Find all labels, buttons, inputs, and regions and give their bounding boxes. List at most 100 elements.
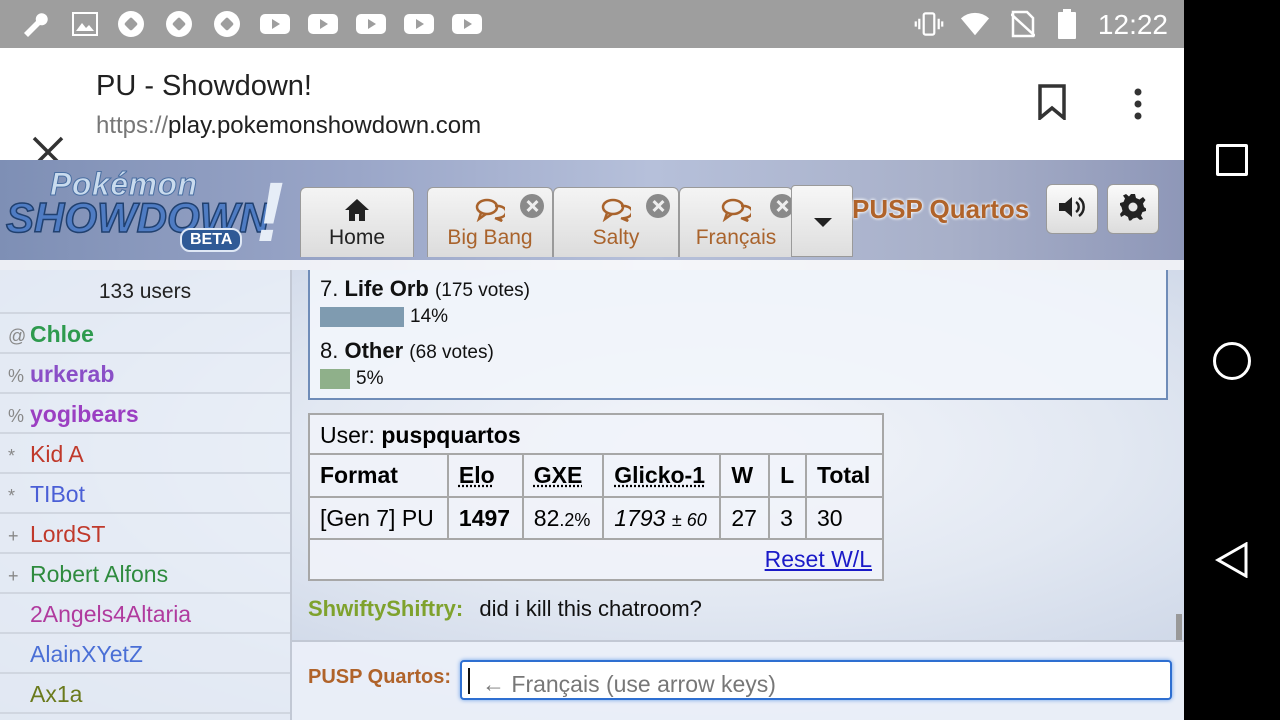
battery-icon	[1052, 9, 1082, 39]
column-header: Total	[804, 455, 882, 498]
wifi-icon	[960, 10, 990, 38]
stats-user-label: User:	[320, 422, 375, 448]
sound-button[interactable]	[1046, 184, 1098, 234]
user-list-item[interactable]: + LordST	[0, 514, 290, 554]
user-name: Ax1a	[30, 681, 83, 707]
bookmark-icon[interactable]	[1036, 84, 1068, 125]
user-list-item[interactable]: 2Angels4Altaria	[0, 594, 290, 634]
glicko-value: 1793	[614, 504, 666, 531]
gxe-cell: 82.2%	[521, 496, 605, 540]
showdown-header: Pokémon SHOWDOWN BETA ! Home Big Bang Sa…	[0, 160, 1184, 270]
tab-label: Salty	[592, 226, 640, 249]
chat-log[interactable]: 7. Life Orb (175 votes) 14% 8. Other (68…	[292, 270, 1184, 642]
more-tabs-dropdown[interactable]	[791, 185, 853, 257]
poll-result: 14%	[320, 306, 448, 328]
gxe-value: 82	[533, 504, 560, 531]
home-icon	[301, 198, 413, 224]
user-list-item[interactable]: + Robert Alfons	[0, 554, 290, 594]
showdown-logo[interactable]: Pokémon SHOWDOWN BETA !	[5, 164, 296, 256]
soccer-ball-icon	[116, 10, 146, 38]
chat-message: ShwiftyShiftry: did i kill this chatroom…	[308, 596, 702, 622]
user-name: yogibears	[30, 401, 139, 427]
table-row: [Gen 7] PU 1497 82.2% 1793 ± 60 27 3 30	[310, 496, 882, 540]
tab-big-bang[interactable]: Big Bang	[427, 187, 553, 257]
logo-beta-badge: BETA	[180, 228, 243, 252]
poll-option: 8. Other (68 votes)	[320, 338, 494, 364]
user-list-item[interactable]: AlainXYetZ	[0, 634, 290, 674]
format-cell: [Gen 7] PU	[310, 496, 449, 540]
status-bar: 12:22	[0, 0, 1184, 48]
android-nav-bar	[1184, 0, 1280, 720]
back-icon[interactable]	[1214, 541, 1250, 579]
reset-wl-link[interactable]: Reset W/L	[765, 546, 872, 572]
settings-button[interactable]	[1107, 184, 1159, 234]
vibrate-icon	[914, 10, 944, 38]
no-sim-icon	[1008, 10, 1038, 38]
chat-speaker[interactable]: ShwiftyShiftry:	[308, 596, 463, 621]
composer-username: PUSP Quartos:	[308, 666, 451, 688]
user-rank: *	[8, 486, 16, 506]
poll-option: 7. Life Orb (175 votes)	[320, 276, 530, 302]
poll-percent: 5%	[356, 368, 384, 389]
overflow-menu-icon[interactable]	[1128, 86, 1148, 127]
home-nav-icon[interactable]	[1213, 342, 1251, 380]
ladder-stats-box: User: puspquartos Format Elo GXE Glicko-…	[308, 413, 884, 581]
elo-value: 1497	[458, 504, 511, 531]
column-header-label: GXE	[533, 462, 583, 488]
tab-label: Big Bang	[447, 226, 533, 249]
user-name: urkerab	[30, 361, 115, 387]
stats-user-name: puspquartos	[381, 422, 521, 448]
user-list-item[interactable]: % urkerab	[0, 354, 290, 394]
chat-input[interactable]: ← Français (use arrow keys)	[460, 660, 1172, 700]
chat-scrollbar[interactable]	[1176, 614, 1182, 640]
user-rank: %	[8, 366, 25, 386]
tab-label: Home	[328, 226, 386, 249]
url-bar[interactable]: https://play.pokemonshowdown.com	[96, 112, 481, 140]
stats-user-line: User: puspquartos	[310, 415, 882, 455]
column-header: Format	[310, 455, 449, 498]
column-header: W	[719, 455, 771, 498]
user-list-item[interactable]: * TIBot	[0, 474, 290, 514]
column-header-label: Glicko-1	[614, 462, 706, 488]
current-username[interactable]: PUSP Quartos	[852, 194, 1029, 225]
user-rank: +	[8, 526, 19, 546]
soccer-ball-icon	[164, 10, 194, 38]
user-list-item[interactable]: * Kid A	[0, 434, 290, 474]
user-name: AlainXYetZ	[30, 641, 143, 667]
poll-bar	[320, 307, 404, 327]
browser-toolbar: PU - Showdown! https://play.pokemonshowd…	[0, 48, 1184, 168]
youtube-icon	[308, 10, 338, 38]
tab-salty[interactable]: Salty	[553, 187, 679, 257]
url-host: play.pokemonshowdown.com	[168, 112, 482, 139]
poll-option-votes: (175 votes)	[434, 280, 530, 301]
poll-option-number: 8.	[320, 338, 339, 363]
gxe-decimal: .2%	[559, 509, 591, 530]
user-rank: %	[8, 406, 25, 426]
tab-home[interactable]: Home	[300, 187, 414, 257]
youtube-icon	[260, 10, 290, 38]
chat-message-text: did i kill this chatroom?	[479, 596, 702, 621]
volume-icon	[1057, 194, 1087, 225]
gear-icon	[1119, 193, 1147, 226]
ladder-table: Format Elo GXE Glicko-1 W L Total [Gen 7…	[310, 455, 882, 579]
wins-cell: 27	[719, 496, 771, 540]
recents-icon[interactable]	[1216, 144, 1248, 176]
tab-francais[interactable]: Français	[679, 187, 794, 257]
url-scheme: https://	[96, 112, 169, 139]
header-divider	[0, 260, 1184, 270]
user-name: Kid A	[30, 441, 84, 467]
poll-option-number: 7.	[320, 276, 339, 301]
user-list-item[interactable]: Ax1a	[0, 674, 290, 714]
poll-percent: 14%	[410, 306, 449, 327]
close-tab-icon[interactable]	[646, 194, 670, 218]
tab-label: Français	[695, 226, 777, 249]
column-header: L	[768, 455, 807, 498]
column-header[interactable]: Elo	[446, 455, 524, 498]
user-name: LordST	[30, 521, 106, 547]
user-list[interactable]: 133 users @ Chloe% urkerab% yogibears * Kid A…	[0, 270, 292, 720]
close-tab-icon[interactable]	[520, 194, 544, 218]
user-list-item[interactable]: @ Chloe	[0, 314, 290, 354]
column-header[interactable]: GXE	[521, 455, 605, 498]
column-header[interactable]: Glicko-1	[602, 455, 722, 498]
user-list-item[interactable]: % yogibears	[0, 394, 290, 434]
